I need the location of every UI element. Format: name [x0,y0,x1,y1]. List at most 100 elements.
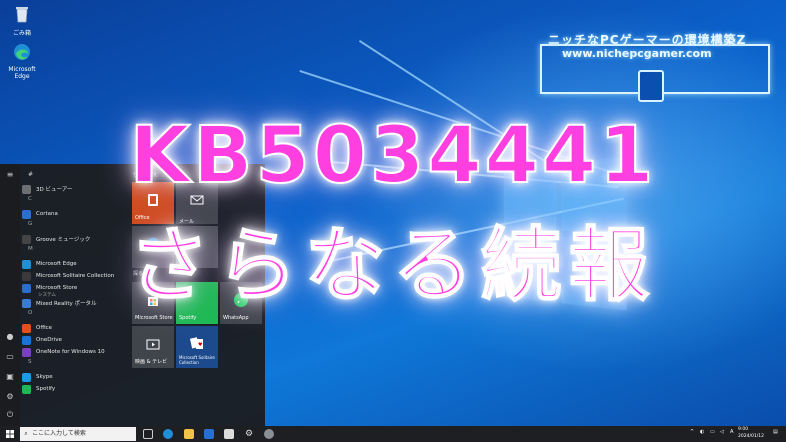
whatsapp-icon [234,293,248,307]
volume-icon[interactable]: ◁ [720,429,724,435]
system-tray: ^ ◐ ▭ ◁ A 9:00 2024/01/12 ▤ [688,426,786,442]
app-list-item[interactable]: Office [22,322,52,334]
windows-logo [503,157,629,313]
app-list-item[interactable]: Microsoft Solitaire Collection [22,270,114,282]
pictures-icon[interactable]: ▣ [5,372,15,382]
app-list-item[interactable]: 3D ビューアー [22,183,72,195]
app-list-letter-header[interactable]: G [28,221,32,227]
app-icon [22,298,31,308]
svg-text:♥: ♥ [198,342,203,348]
app-list-letter-header[interactable]: # [28,171,33,178]
store-bag-icon [148,297,158,306]
app-icon [22,335,31,345]
app-label: Office [36,325,53,331]
tile-edge[interactable] [132,226,174,268]
tile-whatsapp[interactable]: WhatsApp [220,282,262,324]
start-menu: ≡ ● ▭ ▣ ⚙ ⏻ #3D ビューアー C Cortana G Groove ミュー… [0,164,265,426]
app-list-item[interactable]: Cortana [22,208,58,220]
tile-label: Microsoft Store [135,315,173,321]
task-view-icon[interactable] [143,429,153,439]
app-icon [22,323,31,333]
app-list-item[interactable]: Skype [22,371,53,383]
app-label: Spotify [36,386,56,392]
desktop-icon-edge[interactable]: Microsoft Edge [0,42,44,80]
desktop-icon-label: ごみ箱 [12,30,31,37]
mail-icon [190,195,204,205]
tile-solitaire[interactable]: ♥ Microsoft Solitaire Collection [176,326,218,368]
app-icon [22,209,31,219]
app-icon [22,184,31,194]
tile-group-explore: 探る [133,271,144,277]
app-icon [22,259,31,269]
film-play-icon [146,339,160,350]
playing-cards-icon: ♥ [190,337,203,349]
ime-indicator[interactable]: A [730,429,733,435]
brand-url: www.nichepcgamer.com [562,47,712,60]
network-icon[interactable]: ◐ [700,429,704,435]
app-icon [22,384,31,394]
user-account-icon[interactable]: ● [5,332,15,342]
app-icon [22,347,31,357]
edge-taskbar-icon[interactable] [163,429,173,439]
tile-microsoft-store[interactable]: Microsoft Store [132,282,174,324]
app-label: Cortana [36,211,58,217]
app-list-item[interactable]: OneNote for Windows 10 [22,346,105,358]
app-list-letter-header[interactable]: M [28,246,33,252]
tile-label: メール [179,219,195,225]
search-icon: ⌕ [24,430,28,437]
store-taskbar-icon[interactable] [204,429,214,439]
app-list-item[interactable]: Microsoft Edge [22,258,77,270]
taskbar-search-box[interactable]: ⌕ ここに入力して検索 [20,427,136,441]
tile-spotify[interactable]: Spotify [176,282,218,324]
notification-icon[interactable]: ▤ [773,429,778,435]
app-list-letter-header[interactable]: C [28,196,32,202]
documents-icon[interactable]: ▭ [5,352,15,362]
clock-time[interactable]: 9:00 [738,427,748,432]
app-list-letter-header[interactable]: S [28,359,32,365]
tile-photos[interactable] [176,226,218,268]
app-list-item[interactable]: Spotify [22,383,55,395]
taskbar: ⌕ ここに入力して検索 ⚙ ^ ◐ ▭ ◁ A 9:00 2024/01/12 ▤ [0,426,786,442]
search-placeholder: ここに入力して検索 [32,430,86,437]
recycle-bin-icon [16,7,28,23]
app-icon [22,283,31,293]
tile-label: WhatsApp [223,315,249,321]
app-taskbar-icon[interactable] [264,429,274,439]
edge-icon [14,44,30,60]
chevron-up-icon[interactable]: ^ [690,429,694,435]
app-list-item[interactable]: OneDrive [22,334,62,346]
file-explorer-icon[interactable] [184,429,194,439]
start-button-windows-icon[interactable] [0,426,20,442]
settings-taskbar-icon[interactable]: ⚙ [244,429,254,439]
tile-area: 仕事効率化 Office メール 探る Microsoft Store Spot… [130,164,265,426]
app-list-item[interactable]: Groove ミュージック [22,233,90,245]
clock-date[interactable]: 2024/01/12 [738,434,764,439]
pc-tower-icon [638,70,664,102]
site-brand-banner: ニッチなPCゲーマーの環境構築Z www.nichepcgamer.com [528,16,778,102]
hamburger-menu-icon[interactable]: ≡ [5,170,15,180]
app-label: Mixed Reality ポータル [36,301,97,307]
tile-movies-tv[interactable]: 映画 & テレビ [132,326,174,368]
tile-label: Office [135,215,150,221]
app-icon [22,271,31,281]
power-icon[interactable]: ⏻ [5,410,15,420]
brand-name: ニッチなPCゲーマーの環境構築Z [548,33,747,47]
start-menu-rail: ≡ ● ▭ ▣ ⚙ ⏻ [0,164,20,426]
office-icon [148,194,158,206]
tile-mail[interactable]: メール [176,182,218,225]
app-list-item[interactable]: Mixed Reality ポータル [22,297,97,309]
app-list-letter-header[interactable]: O [28,310,32,316]
monitor-icon[interactable]: ▭ [710,429,715,435]
app-label: OneNote for Windows 10 [36,349,105,355]
app-icon [22,372,31,382]
mail-taskbar-icon[interactable] [224,429,234,439]
desktop-icon-recycle-bin[interactable]: ごみ箱 [0,4,44,37]
app-label: OneDrive [36,337,62,343]
app-label: Skype [36,374,53,380]
tile-label: 映画 & テレビ [135,359,168,365]
tile-label: Microsoft Solitaire Collection [179,355,215,365]
tile-group-work: 仕事効率化 [133,172,159,178]
tile-office[interactable]: Office [132,182,174,224]
app-label: Groove ミュージック [36,237,91,243]
settings-gear-icon[interactable]: ⚙ [5,392,15,402]
